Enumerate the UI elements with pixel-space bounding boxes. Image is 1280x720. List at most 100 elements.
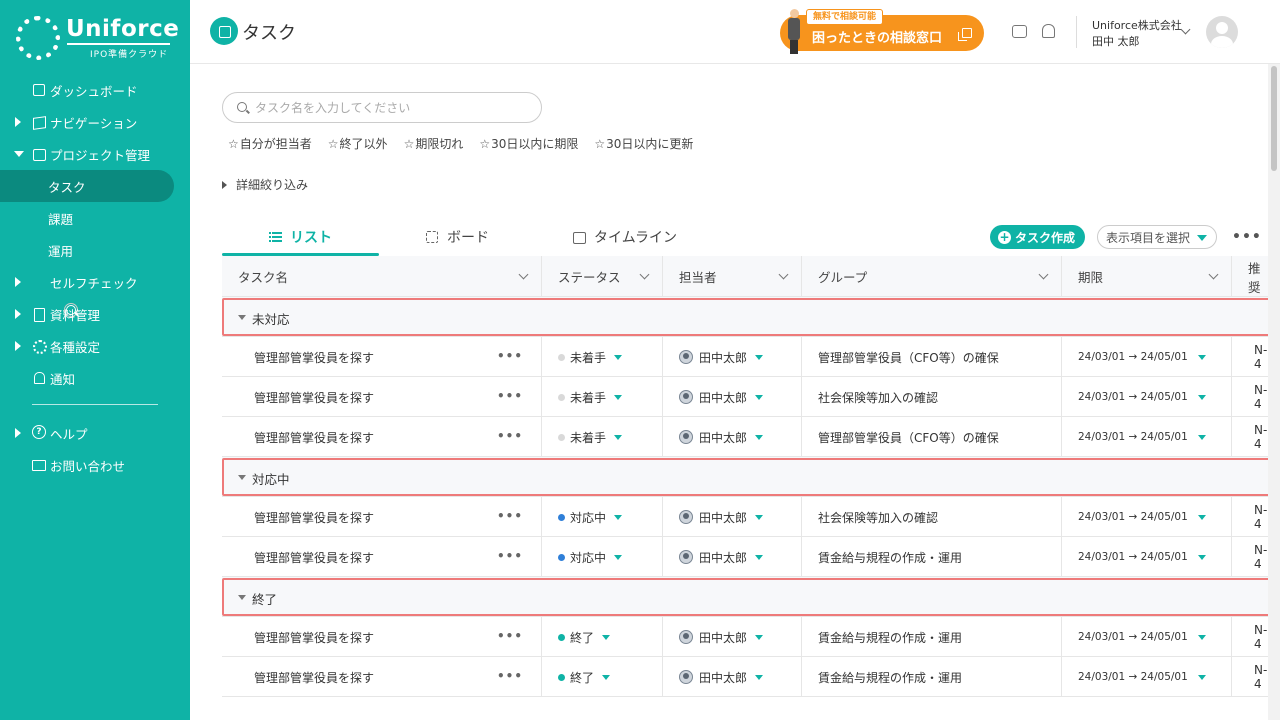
sidebar-item-selfcheck[interactable]: セルフチェック (0, 266, 190, 317)
owner-cell[interactable]: 田中太郎 (663, 657, 802, 697)
due-cell[interactable]: 24/03/01 → 24/05/01 (1062, 537, 1232, 577)
row-more-button[interactable]: ••• (497, 349, 523, 363)
column-header-name[interactable]: タスク名 (222, 256, 542, 297)
sidebar-item-help[interactable]: ヘルプ (0, 417, 190, 449)
column-header-label: ステータス (558, 270, 621, 285)
sidebar-item-contact[interactable]: お問い合わせ (0, 449, 190, 481)
row-more-button[interactable]: ••• (497, 509, 523, 523)
row-more-button[interactable]: ••• (497, 549, 523, 563)
column-header-recommended[interactable]: 推奨 (1232, 256, 1272, 297)
chat-icon[interactable] (1012, 25, 1027, 38)
task-name-cell[interactable]: 管理部管掌役員を探す ••• (222, 537, 542, 577)
sidebar-item-notifications[interactable]: 通知 (0, 362, 190, 394)
status-cell[interactable]: 未着手 (542, 417, 663, 457)
group-label: 未対応 (252, 312, 290, 327)
task-search[interactable] (222, 92, 542, 123)
caret-down-icon[interactable] (238, 475, 246, 480)
avatar (679, 390, 693, 404)
chevron-down-icon[interactable] (1180, 24, 1191, 35)
avatar[interactable] (1206, 16, 1238, 48)
status-cell[interactable]: 未着手 (542, 337, 663, 377)
vertical-scrollbar[interactable] (1268, 64, 1280, 720)
status-dot-icon (558, 433, 565, 441)
task-name-cell[interactable]: 管理部管掌役員を探す ••• (222, 337, 542, 377)
tab-list[interactable]: リスト (222, 218, 379, 256)
task-name-cell[interactable]: 管理部管掌役員を探す ••• (222, 657, 542, 697)
tab-timeline[interactable]: タイムライン (536, 218, 714, 256)
due-cell[interactable]: 24/03/01 → 24/05/01 (1062, 417, 1232, 457)
sidebar-item-dashboard[interactable]: ダッシュボード (0, 74, 190, 106)
group-row[interactable]: 対応中 (222, 457, 1280, 497)
task-name: 管理部管掌役員を探す (254, 670, 375, 685)
due-cell[interactable]: 24/03/01 → 24/05/01 (1062, 657, 1232, 697)
due-cell[interactable]: 24/03/01 → 24/05/01 (1062, 497, 1232, 537)
quick-filter-not-done[interactable]: ☆ 終了以外 (328, 135, 388, 152)
company-name: Uniforce株式会社 (1092, 19, 1182, 32)
consult-button[interactable]: 無料で相談可能 困ったときの相談窓口 (780, 9, 984, 54)
row-more-button[interactable]: ••• (497, 629, 523, 643)
sidebar-item-project[interactable]: プロジェクト管理 (0, 138, 190, 170)
quick-filter-updated-30[interactable]: ☆ 30日以内に更新 (594, 135, 693, 152)
row-more-button[interactable]: ••• (497, 389, 523, 403)
status-cell[interactable]: 対応中 (542, 497, 663, 537)
brand-logo[interactable]: Uniforce IPO準備クラウド (16, 14, 179, 62)
status-cell[interactable]: 対応中 (542, 537, 663, 577)
create-task-button[interactable]: + タスク作成 (990, 225, 1085, 249)
task-name-cell[interactable]: 管理部管掌役員を探す ••• (222, 417, 542, 457)
owner-cell[interactable]: 田中太郎 (663, 337, 802, 377)
sidebar-item-tasks[interactable]: タスク (0, 170, 174, 202)
column-header-label: タスク名 (238, 270, 289, 285)
table-row[interactable]: 管理部管掌役員を探す ••• 対応中 田中太郎 賃金給与規程の作成・運用 24/03/01… (222, 537, 1280, 577)
sidebar-item-documents[interactable]: 資料管理 (0, 298, 190, 330)
sidebar-item-operations[interactable]: 運用 (0, 234, 190, 266)
column-select-dropdown[interactable]: 表示項目を選択 (1097, 225, 1217, 249)
table-row[interactable]: 管理部管掌役員を探す ••• 未着手 田中太郎 管理部管掌役員（CFO等）の確保 24/0… (222, 337, 1280, 377)
caret-down-icon[interactable] (238, 315, 246, 320)
owner-cell[interactable]: 田中太郎 (663, 377, 802, 417)
tab-board[interactable]: ボード (379, 218, 536, 256)
row-more-button[interactable]: ••• (497, 669, 523, 683)
column-header-group[interactable]: グループ (802, 256, 1062, 297)
table-row[interactable]: 管理部管掌役員を探す ••• 対応中 田中太郎 社会保険等加入の確認 24/03/01 →… (222, 497, 1280, 537)
status-cell[interactable]: 終了 (542, 617, 663, 657)
table-row[interactable]: 管理部管掌役員を探す ••• 終了 田中太郎 賃金給与規程の作成・運用 24/03/01 … (222, 657, 1280, 697)
quick-filter-mine[interactable]: ☆ 自分が担当者 (228, 135, 312, 152)
table-row[interactable]: 管理部管掌役員を探す ••• 終了 田中太郎 賃金給与規程の作成・運用 24/03/01 … (222, 617, 1280, 657)
sidebar-item-issues[interactable]: 課題 (0, 202, 190, 234)
column-header-owner[interactable]: 担当者 (663, 256, 802, 297)
table-row[interactable]: 管理部管掌役員を探す ••• 未着手 田中太郎 管理部管掌役員（CFO等）の確保 24/0… (222, 417, 1280, 457)
column-header-status[interactable]: ステータス (542, 256, 663, 297)
quick-filter-overdue[interactable]: ☆ 期限切れ (404, 135, 464, 152)
scrollbar-thumb[interactable] (1271, 66, 1277, 171)
quick-filter-due-30[interactable]: ☆ 30日以内に期限 (479, 135, 578, 152)
owner-cell[interactable]: 田中太郎 (663, 537, 802, 577)
due-cell[interactable]: 24/03/01 → 24/05/01 (1062, 337, 1232, 377)
group-row[interactable]: 未対応 (222, 297, 1280, 337)
sidebar-item-navigation[interactable]: ナビゲーション (0, 106, 190, 138)
status-cell[interactable]: 終了 (542, 657, 663, 697)
brand-subtitle: IPO準備クラウド (90, 50, 169, 60)
sidebar-item-settings[interactable]: 各種設定 (0, 330, 190, 362)
owner-cell[interactable]: 田中太郎 (663, 417, 802, 457)
due-range: 24/03/01 → 24/05/01 (1078, 631, 1188, 643)
column-header-due[interactable]: 期限 (1062, 256, 1232, 297)
row-more-button[interactable]: ••• (497, 429, 523, 443)
due-cell[interactable]: 24/03/01 → 24/05/01 (1062, 377, 1232, 417)
search-input[interactable] (255, 99, 535, 117)
task-name-cell[interactable]: 管理部管掌役員を探す ••• (222, 377, 542, 417)
detail-filter-toggle[interactable]: 詳細絞り込み (222, 176, 308, 193)
group-name: 社会保険等加入の確認 (818, 390, 939, 405)
bell-icon[interactable] (1042, 24, 1055, 38)
task-name-cell[interactable]: 管理部管掌役員を探す ••• (222, 497, 542, 537)
owner-cell[interactable]: 田中太郎 (663, 617, 802, 657)
more-options-button[interactable]: ••• (1232, 229, 1262, 245)
owner-cell[interactable]: 田中太郎 (663, 497, 802, 537)
due-cell[interactable]: 24/03/01 → 24/05/01 (1062, 617, 1232, 657)
status-cell[interactable]: 未着手 (542, 377, 663, 417)
group-row[interactable]: 終了 (222, 577, 1280, 617)
caret-down-icon[interactable] (238, 595, 246, 600)
tab-label: リスト (290, 230, 332, 246)
status-dot-icon (558, 553, 565, 561)
task-name-cell[interactable]: 管理部管掌役員を探す ••• (222, 617, 542, 657)
table-row[interactable]: 管理部管掌役員を探す ••• 未着手 田中太郎 社会保険等加入の確認 24/03/01 →… (222, 377, 1280, 417)
